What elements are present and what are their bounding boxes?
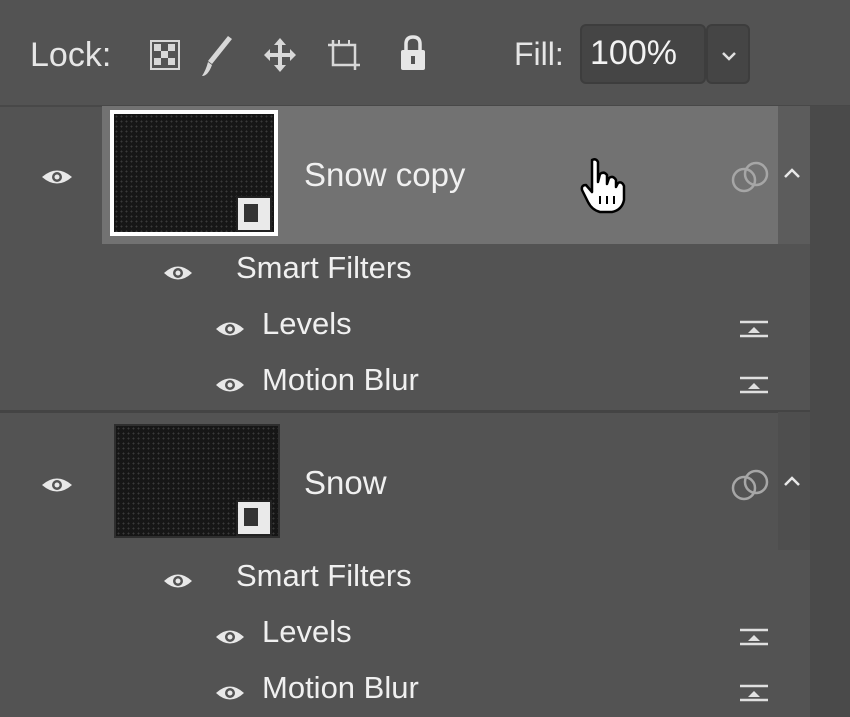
filter-options-icon[interactable] — [738, 372, 770, 398]
smart-object-badge-icon — [236, 196, 272, 232]
smart-filters-label[interactable]: Smart Filters — [236, 558, 412, 594]
filter-name[interactable]: Motion Blur — [262, 362, 419, 398]
chevron-up-icon[interactable] — [782, 166, 802, 180]
hand-cursor-icon — [580, 158, 626, 214]
transparency-lock-icon[interactable] — [150, 40, 180, 70]
filter-options-icon[interactable] — [738, 624, 770, 650]
eye-icon[interactable] — [162, 262, 194, 284]
eye-icon[interactable] — [40, 166, 74, 188]
linked-circles-icon[interactable] — [730, 160, 772, 194]
brush-lock-icon[interactable] — [200, 34, 234, 78]
eye-icon[interactable] — [214, 318, 246, 340]
smart-object-badge-icon — [236, 500, 272, 536]
fill-dropdown-button[interactable] — [706, 24, 750, 84]
padlock-icon[interactable] — [398, 34, 428, 72]
filter-name[interactable]: Levels — [262, 306, 352, 342]
smart-filters-label[interactable]: Smart Filters — [236, 250, 412, 286]
layer-name[interactable]: Snow copy — [304, 156, 465, 194]
chevron-up-icon[interactable] — [782, 474, 802, 488]
eye-icon[interactable] — [162, 570, 194, 592]
eye-icon[interactable] — [214, 374, 246, 396]
fill-value[interactable]: 100% — [590, 34, 677, 73]
layer-name[interactable]: Snow — [304, 464, 387, 502]
move-lock-icon[interactable] — [262, 36, 298, 74]
artboard-lock-icon[interactable] — [326, 38, 362, 72]
lock-label: Lock: — [30, 36, 112, 74]
eye-icon[interactable] — [214, 626, 246, 648]
eye-icon[interactable] — [40, 474, 74, 496]
fill-label: Fill: — [514, 36, 564, 72]
filter-options-icon[interactable] — [738, 680, 770, 706]
filter-options-icon[interactable] — [738, 316, 770, 342]
eye-icon[interactable] — [214, 682, 246, 704]
panel-gutter — [810, 106, 850, 717]
linked-circles-icon[interactable] — [730, 468, 772, 502]
filter-name[interactable]: Motion Blur — [262, 670, 419, 706]
filter-name[interactable]: Levels — [262, 614, 352, 650]
chevron-down-icon — [722, 52, 736, 61]
layer-filters-area — [102, 244, 778, 410]
